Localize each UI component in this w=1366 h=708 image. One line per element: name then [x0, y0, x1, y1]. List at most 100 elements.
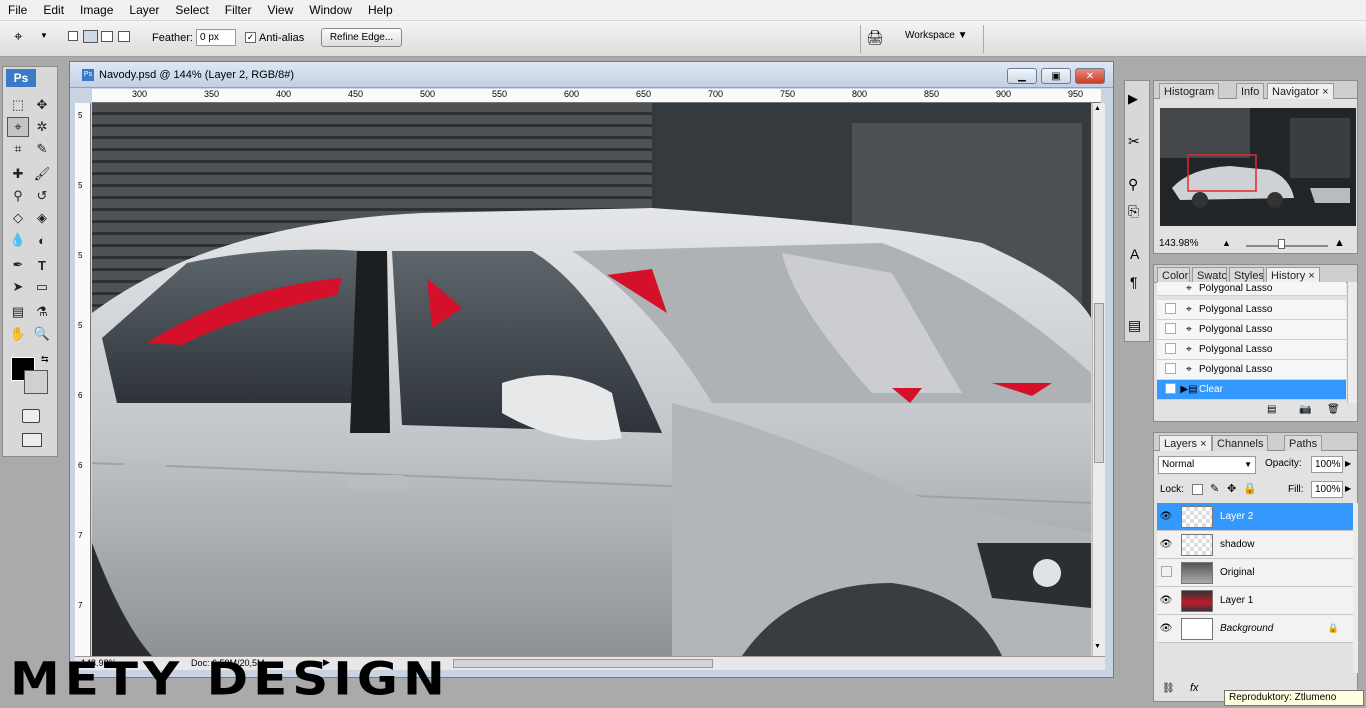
menu-filter[interactable]: Filter [217, 3, 260, 17]
zoom-in-icon[interactable]: ▲ [1334, 237, 1345, 249]
fx-icon[interactable]: fx [1190, 682, 1199, 694]
history-item[interactable]: ⌖ Polygonal Lasso [1157, 340, 1346, 360]
tab-navigator[interactable]: Navigator × [1267, 83, 1334, 99]
scrollbar-thumb[interactable] [1094, 303, 1104, 463]
zoom-out-icon[interactable]: ▲ [1222, 238, 1231, 248]
subtract-selection-icon[interactable] [101, 31, 113, 42]
history-brush-icon[interactable]: ↺ [31, 186, 53, 206]
fill-arrow-icon[interactable]: ▶ [1345, 484, 1351, 493]
layers-scrollbar[interactable] [1353, 503, 1358, 673]
delete-state-icon[interactable]: 🗑 [1327, 404, 1340, 415]
dodge-tool-icon[interactable]: ◐ [31, 230, 53, 250]
horizontal-scrollbar[interactable] [453, 659, 713, 668]
scroll-down-icon[interactable]: ▼ [1094, 643, 1101, 650]
type-tool-icon[interactable]: T [31, 255, 53, 275]
navigator-zoom[interactable]: 143.98% [1159, 238, 1198, 249]
history-scrollbar[interactable] [1347, 282, 1357, 403]
workspace-menu[interactable]: Workspace ▼ [905, 30, 968, 41]
history-item[interactable]: ⌖ Polygonal Lasso [1157, 300, 1346, 320]
eye-icon[interactable]: 👁 [1157, 511, 1175, 522]
vertical-scrollbar[interactable]: ▲ ▼ [1092, 103, 1105, 656]
tool-preset-arrow-icon[interactable]: ▼ [40, 31, 48, 40]
menu-help[interactable]: Help [360, 3, 401, 17]
hand-tool-icon[interactable]: ✋ [7, 324, 29, 344]
magic-wand-icon[interactable]: ✲ [31, 117, 53, 137]
lasso-tool-icon[interactable]: ⌖ [7, 117, 29, 137]
new-document-from-state-icon[interactable]: ▤ [1267, 404, 1276, 415]
clone-source-icon[interactable]: ⎘ [1128, 203, 1139, 220]
palette-well-icon[interactable]: 🖨 [866, 29, 884, 46]
lock-all-icon[interactable]: 🔒 [1243, 482, 1257, 495]
eye-icon[interactable]: 👁 [1157, 623, 1175, 634]
history-brush-source[interactable] [1165, 382, 1176, 394]
swap-colors-icon[interactable]: ⇆ [41, 354, 49, 365]
layer-row[interactable]: 👁 Background 🔒 [1157, 615, 1353, 643]
paragraph-icon[interactable]: ¶ [1130, 274, 1138, 290]
history-item[interactable]: ⌖ Polygonal Lasso [1157, 282, 1346, 296]
menu-select[interactable]: Select [167, 3, 216, 17]
navigator-thumbnail[interactable] [1160, 108, 1356, 226]
eye-icon[interactable]: 👁 [1157, 539, 1175, 550]
refine-edge-button[interactable]: Refine Edge... [321, 28, 402, 47]
eyedropper-icon[interactable]: ⚗ [31, 302, 53, 322]
history-brush-source[interactable] [1165, 362, 1176, 374]
menu-image[interactable]: Image [72, 3, 121, 17]
quick-mask-icon[interactable] [22, 409, 40, 423]
menu-view[interactable]: View [259, 3, 301, 17]
background-color-swatch[interactable] [24, 370, 48, 394]
paint-bucket-icon[interactable]: ◈ [31, 208, 53, 228]
opacity-arrow-icon[interactable]: ▶ [1345, 459, 1351, 468]
tab-color[interactable]: Color [1157, 267, 1190, 283]
image-canvas[interactable] [92, 103, 1091, 656]
antialias-checkbox[interactable]: ✓ [245, 32, 256, 43]
fill-input[interactable]: 100% [1311, 481, 1343, 498]
history-item[interactable]: ⌖ Polygonal Lasso [1157, 360, 1346, 380]
layer-row[interactable]: 👁 Layer 1 [1157, 587, 1353, 615]
polygonal-lasso-icon[interactable]: ⌖ [14, 28, 22, 45]
tab-styles[interactable]: Styles [1229, 267, 1264, 283]
layer-row[interactable]: Original [1157, 559, 1353, 587]
zoom-tool-icon[interactable]: 🔍 [31, 324, 53, 344]
history-item-selected[interactable]: ▶▤ Clear [1157, 380, 1346, 400]
eye-hidden-box[interactable] [1157, 565, 1175, 580]
move-tool-icon[interactable]: ✥ [31, 95, 53, 115]
notes-tool-icon[interactable]: ▤ [7, 302, 29, 322]
tab-paths[interactable]: Paths [1284, 435, 1323, 451]
crop-tool-icon[interactable]: ⌗ [7, 139, 29, 159]
eraser-tool-icon[interactable]: ◇ [7, 208, 29, 228]
pen-tool-icon[interactable]: ✒ [7, 255, 29, 275]
layer-row-selected[interactable]: 👁 Layer 2 [1157, 503, 1353, 531]
tab-swatches[interactable]: Swatc [1192, 267, 1227, 283]
brush-tool-icon[interactable]: 🖌 [31, 164, 53, 184]
feather-input[interactable]: 0 px [196, 29, 236, 46]
zoom-slider[interactable] [1246, 245, 1328, 247]
lock-pixels-icon[interactable]: ✎ [1210, 482, 1219, 495]
menu-layer[interactable]: Layer [121, 3, 167, 17]
tab-info[interactable]: Info [1236, 83, 1265, 99]
intersect-selection-icon[interactable] [118, 31, 130, 42]
marquee-tool-icon[interactable]: ⬚ [7, 95, 29, 115]
scroll-up-icon[interactable]: ▲ [1094, 105, 1101, 112]
opacity-input[interactable]: 100% [1311, 456, 1343, 473]
healing-brush-icon[interactable]: ✚ [7, 164, 29, 184]
tab-layers[interactable]: Layers × [1159, 435, 1212, 451]
screen-mode-icon[interactable] [22, 433, 42, 447]
shape-tool-icon[interactable]: ▭ [31, 277, 53, 297]
link-layers-icon[interactable]: ⛓ [1162, 683, 1175, 694]
tab-channels[interactable]: Channels [1212, 435, 1269, 451]
tab-history[interactable]: History × [1266, 267, 1320, 283]
slice-tool-icon[interactable]: ✎ [31, 139, 53, 159]
blend-mode-select[interactable]: Normal ▼ [1158, 456, 1256, 474]
layer-comps-icon[interactable]: ▤ [1128, 317, 1141, 334]
history-brush-source[interactable] [1165, 342, 1176, 354]
add-selection-icon[interactable] [83, 30, 98, 43]
history-brush-source[interactable] [1165, 322, 1176, 334]
minimize-button[interactable]: ▁ [1007, 68, 1037, 84]
path-selection-icon[interactable]: ➤ [7, 277, 29, 297]
character-icon[interactable]: A [1130, 246, 1139, 262]
menu-edit[interactable]: Edit [35, 3, 72, 17]
blur-tool-icon[interactable]: 💧 [7, 230, 29, 250]
eye-icon[interactable]: 👁 [1157, 595, 1175, 606]
new-selection-icon[interactable] [68, 31, 78, 41]
actions-icon[interactable]: ▶ [1128, 91, 1138, 107]
